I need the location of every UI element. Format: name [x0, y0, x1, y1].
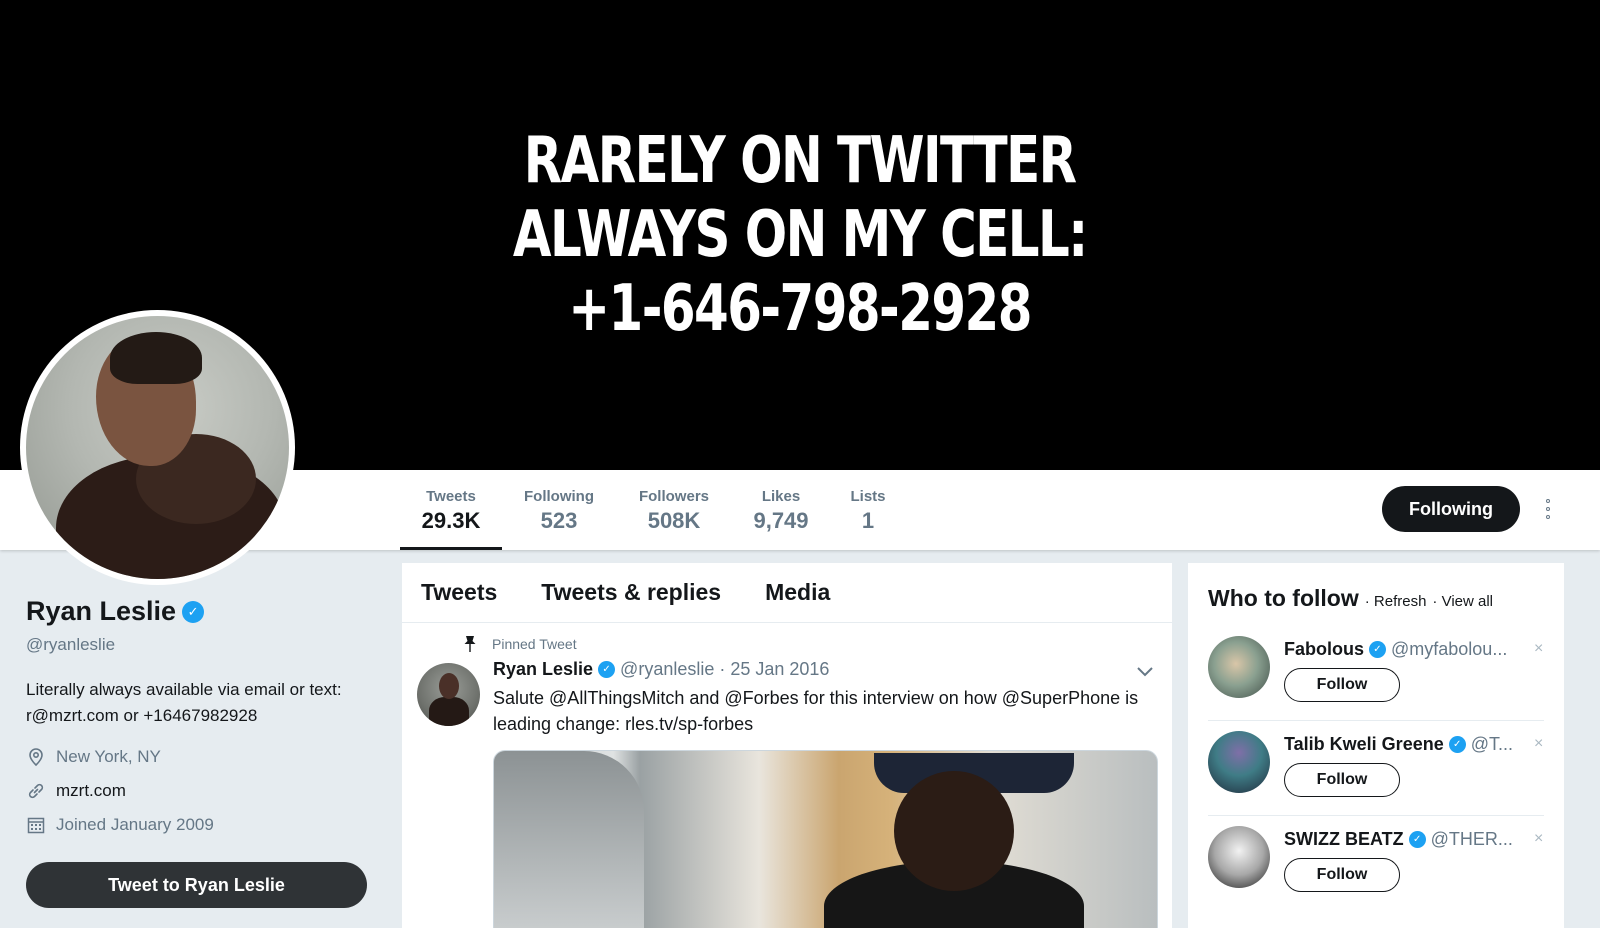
joined-text: Joined January 2009: [56, 815, 214, 834]
suggestion-item: SWIZZ BEATZ ✓ @THER... Follow ×: [1208, 816, 1544, 911]
suggestion-avatar[interactable]: [1208, 636, 1270, 698]
more-options-icon[interactable]: [1538, 494, 1558, 524]
following-button[interactable]: Following: [1382, 486, 1520, 532]
chevron-down-icon[interactable]: [1136, 664, 1154, 678]
stat-value: 508K: [647, 508, 701, 533]
stat-label: Tweets: [426, 488, 476, 505]
tweet-text-line: Salute @AllThingsMitch and @Forbes for t…: [493, 688, 1139, 708]
tab-tweets[interactable]: Tweets: [421, 579, 497, 606]
tab-media[interactable]: Media: [765, 579, 830, 606]
pin-icon: [464, 636, 476, 652]
stat-label: Lists: [850, 488, 886, 505]
location-text: New York, NY: [56, 747, 161, 766]
stat-lists[interactable]: Lists 1: [842, 470, 894, 550]
suggestion-handle[interactable]: @T...: [1471, 734, 1513, 755]
suggestion-name-row: Fabolous ✓ @myfabolou...: [1284, 639, 1524, 660]
bio-line: Literally always available via email or …: [26, 680, 342, 699]
stat-value: 29.3K: [421, 508, 481, 533]
profile-name[interactable]: Ryan Leslie: [26, 596, 176, 627]
suggestion-name-row: SWIZZ BEATZ ✓ @THER...: [1284, 829, 1524, 850]
banner-line-2: ALWAYS ON MY CELL:: [513, 198, 1088, 272]
suggestion-name[interactable]: SWIZZ BEATZ: [1284, 829, 1404, 850]
verified-badge-icon: ✓: [1369, 641, 1386, 658]
stat-label: Following: [524, 488, 594, 505]
stat-value: 1: [861, 508, 875, 533]
suggestion-avatar[interactable]: [1208, 731, 1270, 793]
stat-label: Likes: [761, 488, 801, 505]
profile-location: New York, NY: [26, 747, 371, 767]
calendar-icon: [27, 817, 45, 834]
profile-avatar[interactable]: [20, 310, 295, 585]
suggestion-avatar[interactable]: [1208, 826, 1270, 888]
tweet-author-avatar[interactable]: [417, 663, 480, 726]
profile-handle[interactable]: @ryanleslie: [26, 635, 371, 655]
tweet-author-handle[interactable]: @ryanleslie: [620, 659, 714, 680]
suggestion-handle[interactable]: @myfabolou...: [1391, 639, 1507, 660]
close-icon[interactable]: ×: [1534, 640, 1543, 658]
tweet-timestamp[interactable]: · 25 Jan 2016: [719, 659, 829, 680]
profile-website: mzrt.com: [26, 781, 371, 801]
tweet-text-line: leading change: rles.tv/sp-forbes: [493, 714, 754, 734]
suggestion-name-row: Talib Kweli Greene ✓ @T...: [1284, 734, 1524, 755]
who-to-follow-header: Who to follow · Refresh · View all: [1208, 585, 1493, 612]
banner-line-3: +1-646-798-2928: [568, 272, 1033, 346]
stat-label: Followers: [638, 488, 709, 505]
verified-badge-icon: ✓: [598, 661, 616, 678]
verified-badge-icon: ✓: [182, 600, 205, 623]
stat-following[interactable]: Following 523: [514, 470, 604, 550]
view-all-link[interactable]: · View all: [1432, 593, 1493, 610]
location-pin-icon: [29, 748, 43, 767]
tweet-to-button[interactable]: Tweet to Ryan Leslie: [26, 862, 367, 908]
tab-tweets-replies[interactable]: Tweets & replies: [541, 579, 721, 606]
banner-line-1: RARELY ON TWITTER: [524, 124, 1077, 198]
tweet-header: Ryan Leslie ✓ @ryanleslie · 25 Jan 2016: [493, 659, 829, 680]
refresh-link[interactable]: · Refresh: [1365, 593, 1427, 610]
profile-joined: Joined January 2009: [26, 815, 371, 835]
tweet-media-image[interactable]: [493, 750, 1158, 928]
stat-followers[interactable]: Followers 508K: [630, 470, 718, 550]
stat-value: 9,749: [753, 508, 809, 533]
who-to-follow-panel: Who to follow · Refresh · View all Fabol…: [1188, 563, 1564, 928]
follow-button[interactable]: Follow: [1284, 763, 1400, 797]
pinned-tweet-context: Pinned Tweet: [462, 635, 577, 653]
close-icon[interactable]: ×: [1534, 735, 1543, 753]
suggestion-item: Fabolous ✓ @myfabolou... Follow ×: [1208, 626, 1544, 721]
suggestion-name[interactable]: Fabolous: [1284, 639, 1364, 660]
website-link[interactable]: mzrt.com: [56, 781, 126, 801]
timeline: Tweets Tweets & replies Media Pinned Twe…: [402, 563, 1172, 928]
stat-value: 523: [540, 508, 578, 533]
tweet-author-name[interactable]: Ryan Leslie: [493, 659, 593, 680]
close-icon[interactable]: ×: [1534, 830, 1543, 848]
follow-button[interactable]: Follow: [1284, 858, 1400, 892]
pinned-label: Pinned Tweet: [492, 636, 577, 652]
link-icon: [28, 783, 44, 799]
suggestion-handle[interactable]: @THER...: [1431, 829, 1513, 850]
stat-tweets[interactable]: Tweets 29.3K: [400, 470, 502, 550]
profile-name-row: Ryan Leslie ✓: [26, 596, 371, 627]
suggestion-name[interactable]: Talib Kweli Greene: [1284, 734, 1444, 755]
timeline-tabs: Tweets Tweets & replies Media: [402, 563, 1172, 623]
stat-likes[interactable]: Likes 9,749: [744, 470, 818, 550]
verified-badge-icon: ✓: [1448, 736, 1466, 753]
who-to-follow-title: Who to follow: [1208, 585, 1359, 611]
verified-badge-icon: ✓: [1408, 831, 1426, 848]
bio-line: r@mzrt.com or +16467982928: [26, 706, 258, 725]
profile-bio: Literally always available via email or …: [26, 677, 371, 729]
tweet-text: Salute @AllThingsMitch and @Forbes for t…: [493, 685, 1163, 737]
follow-button[interactable]: Follow: [1284, 668, 1400, 702]
suggestion-item: Talib Kweli Greene ✓ @T... Follow ×: [1208, 721, 1544, 816]
profile-card: Ryan Leslie ✓ @ryanleslie Literally alwa…: [26, 596, 371, 835]
